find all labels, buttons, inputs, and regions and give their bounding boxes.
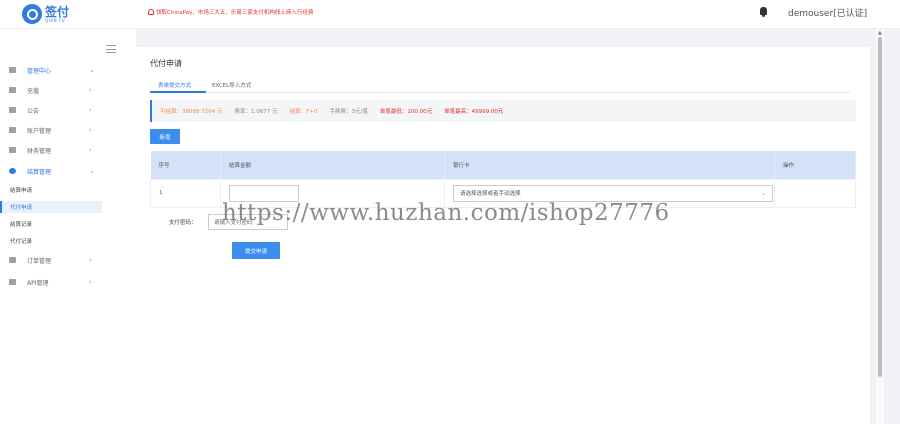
sidebar-subitem-label: 结算记录 — [10, 222, 33, 228]
sidebar-subitem-settlement-records[interactable]: 结算记录 — [0, 218, 102, 230]
sidebar-item-settlement[interactable]: 结算管理 ⌄ — [0, 164, 136, 178]
sidebar-item-label: 订单管理 — [27, 257, 52, 265]
chevron-right-icon: › — [89, 256, 92, 264]
sidebar-item-label: 公告 — [27, 107, 40, 115]
sidebar-item-finance[interactable]: 财务管理 › — [0, 143, 136, 157]
logo-subtext: QIAN FU — [45, 17, 66, 23]
alert-icon — [148, 9, 154, 15]
sidebar-item-account[interactable]: 账户管理 › — [0, 123, 136, 137]
chevron-right-icon: › — [89, 86, 92, 94]
sidebar-item-label: API管理 — [27, 279, 49, 287]
chevron-right-icon: › — [89, 106, 92, 114]
logo-text: 签付 — [45, 4, 70, 19]
balance-info-bar: 可结算：38088.7264 元 费率：1.0677 元 结算：T+0 手续费：… — [150, 100, 856, 122]
sidebar-subitem-label: 代付记录 — [10, 239, 33, 245]
sidebar-subitem-payout-apply[interactable]: 代付申请 — [0, 201, 102, 213]
tab-excel-import[interactable]: EXCEL导入方式 — [212, 81, 251, 89]
tab-active-indicator — [150, 91, 206, 93]
sidebar-item-api[interactable]: API管理 › — [0, 275, 136, 289]
sidebar-item-label: 结算管理 — [27, 168, 52, 176]
bank-card-select-value: 请选择选择或者手动选择 — [460, 191, 521, 197]
share-icon — [9, 279, 16, 285]
coin-icon — [9, 168, 16, 174]
row-index: 1 — [150, 178, 221, 208]
max-amount-text: 单笔最高：49999.00元 — [444, 109, 504, 115]
chevron-right-icon: › — [89, 278, 92, 286]
top-bar: 签付 QIAN FU 领取ChinaPay、市场三大五、乐易三家支付机构线上商入… — [0, 0, 900, 29]
column-header-amount: 结算金额 — [220, 151, 445, 179]
chevron-down-icon: ⌄ — [760, 189, 766, 197]
bell-icon[interactable] — [760, 7, 767, 17]
column-header-index: 序号 — [150, 151, 221, 179]
sidebar-item-recharge[interactable]: 充值 › — [0, 83, 136, 97]
fee-text: 手续费：3元/笔 — [329, 109, 368, 115]
card-icon — [9, 87, 16, 93]
sidebar-subitem-payout-records[interactable]: 代付记录 — [0, 235, 102, 247]
sidebar-item-dashboard[interactable]: 管理中心 ⌄ — [0, 63, 136, 77]
bank-card-select[interactable]: 请选择选择或者手动选择 ⌄ — [453, 184, 773, 202]
rate-text: 费率：1.0677 元 — [234, 109, 278, 115]
column-header-action: 操作 — [774, 151, 856, 179]
scroll-up-icon[interactable]: ▲ — [878, 30, 882, 36]
pay-password-label: 支付密码： — [169, 220, 197, 226]
megaphone-icon — [9, 107, 16, 113]
menu-collapse-icon[interactable] — [106, 45, 116, 53]
submit-button[interactable]: 提交申请 — [232, 242, 280, 259]
user-menu[interactable]: demouser[已认证] — [788, 6, 867, 19]
page-title: 代付申请 — [150, 59, 182, 68]
main-panel: 代付申请 表单提交方式 EXCEL导入方式 可结算：38088.7264 元 费… — [136, 47, 870, 424]
sidebar-item-orders[interactable]: 订单管理 › — [0, 253, 136, 267]
sidebar: 管理中心 ⌄ 充值 › 公告 › 账户管理 › 财务管理 › 结算管理 ⌄ 结算… — [0, 29, 136, 424]
settlement-cycle-text: 结算：T+0 — [289, 109, 318, 115]
monitor-icon — [9, 67, 16, 73]
announcement-banner[interactable]: 领取ChinaPay、市场三大五、乐易三家支付机构线上商入行经费 — [148, 8, 313, 16]
tab-bar: 表单提交方式 EXCEL导入方式 — [150, 79, 850, 93]
check-icon — [9, 147, 16, 153]
logo[interactable]: 签付 QIAN FU — [22, 4, 69, 24]
chevron-right-icon: › — [89, 146, 92, 154]
sidebar-item-label: 管理中心 — [27, 67, 52, 75]
logo-icon — [22, 4, 42, 24]
chevron-down-icon: ⌄ — [89, 167, 95, 175]
scrollbar-thumb[interactable] — [878, 37, 882, 377]
tab-form-submit[interactable]: 表单提交方式 — [158, 81, 191, 89]
person-icon — [9, 127, 16, 133]
chevron-right-icon: › — [89, 126, 92, 134]
balance-text: 可结算：38088.7264 元 — [160, 109, 223, 115]
scrollbar[interactable]: ▲ — [876, 29, 884, 424]
amount-input[interactable] — [229, 184, 299, 202]
sidebar-subitem-label: 结算申请 — [10, 188, 33, 194]
sidebar-item-label: 财务管理 — [27, 147, 52, 155]
document-icon — [9, 257, 16, 263]
sidebar-item-announcements[interactable]: 公告 › — [0, 103, 136, 117]
watermark-text: https://www.huzhan.com/ishop27776 — [222, 200, 670, 226]
chevron-down-icon: ⌄ — [89, 66, 95, 74]
sidebar-item-label: 账户管理 — [27, 127, 52, 135]
sidebar-subitem-settlement-apply[interactable]: 结算申请 — [0, 184, 102, 196]
sidebar-item-label: 充值 — [27, 87, 40, 95]
add-row-button[interactable]: 新增 — [150, 129, 180, 144]
column-header-bank-card: 银行卡 — [444, 151, 775, 179]
row-action-cell — [774, 178, 856, 208]
announcement-text: 领取ChinaPay、市场三大五、乐易三家支付机构线上商入行经费 — [156, 10, 314, 16]
sidebar-subitem-label: 代付申请 — [10, 205, 33, 211]
min-amount-text: 单笔最低：100.00元 — [379, 109, 433, 115]
